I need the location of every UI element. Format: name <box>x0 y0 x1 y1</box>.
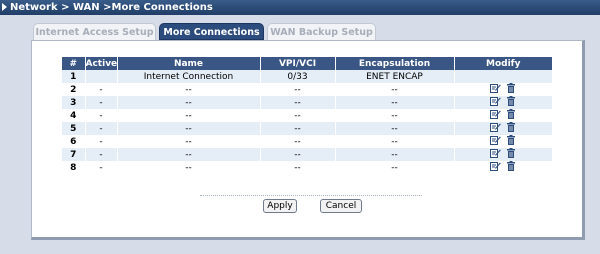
col-header-number: # <box>62 57 86 70</box>
edit-icon[interactable] <box>489 161 501 171</box>
trash-icon[interactable] <box>506 122 517 132</box>
cell-number: 6 <box>62 135 86 148</box>
edit-icon[interactable] <box>489 122 501 132</box>
cell-number: 7 <box>62 148 86 161</box>
cell-name: -- <box>117 148 261 161</box>
table-row: 2- -- -- -- <box>62 83 552 96</box>
cell-name: -- <box>117 83 261 96</box>
cell-vpivci: -- <box>260 109 336 122</box>
edit-icon[interactable] <box>489 148 501 158</box>
cell-modify <box>454 83 552 96</box>
table-row: 5- -- -- -- <box>62 122 552 135</box>
cell-vpivci: -- <box>260 122 336 135</box>
cell-encapsulation: -- <box>335 96 455 109</box>
cell-encapsulation: -- <box>335 122 455 135</box>
connections-table: # Active Name VPI/VCI Encapsulation Modi… <box>62 57 552 174</box>
cell-number: 4 <box>62 109 86 122</box>
trash-icon[interactable] <box>506 148 517 158</box>
cell-number: 8 <box>62 161 86 174</box>
trash-icon[interactable] <box>506 83 517 93</box>
cell-number: 2 <box>62 83 86 96</box>
edit-icon[interactable] <box>489 109 501 119</box>
cell-modify <box>454 135 552 148</box>
table-row: 8- -- -- -- <box>62 161 552 174</box>
cell-number: 1 <box>62 70 86 83</box>
table-row: 4- -- -- -- <box>62 109 552 122</box>
trash-icon[interactable] <box>506 96 517 106</box>
cell-name: -- <box>117 135 261 148</box>
cell-encapsulation: -- <box>335 148 455 161</box>
edit-icon[interactable] <box>489 83 501 93</box>
cell-name: -- <box>117 161 261 174</box>
cell-encapsulation: -- <box>335 109 455 122</box>
cell-encapsulation: ENET ENCAP <box>335 70 455 83</box>
col-header-vpivci: VPI/VCI <box>260 57 336 70</box>
cell-active: - <box>85 96 118 109</box>
cell-name: -- <box>117 96 261 109</box>
cell-modify <box>454 122 552 135</box>
cell-encapsulation: -- <box>335 83 455 96</box>
cell-name: -- <box>117 122 261 135</box>
cell-vpivci: -- <box>260 148 336 161</box>
cell-active: - <box>85 135 118 148</box>
cell-modify <box>454 161 552 174</box>
cell-encapsulation: -- <box>335 161 455 174</box>
cell-modify <box>454 96 552 109</box>
cell-active: - <box>85 109 118 122</box>
cell-name: Internet Connection <box>117 70 261 83</box>
edit-icon[interactable] <box>489 96 501 106</box>
tab-more-connections[interactable]: More Connections <box>159 23 264 40</box>
col-header-active: Active <box>85 57 118 70</box>
arrow-right-icon <box>2 3 7 11</box>
cell-vpivci: -- <box>260 83 336 96</box>
cell-number: 3 <box>62 96 86 109</box>
cell-active: - <box>85 148 118 161</box>
table-row: 7- -- -- -- <box>62 148 552 161</box>
cell-active: - <box>85 161 118 174</box>
trash-icon[interactable] <box>506 135 517 145</box>
cell-encapsulation: -- <box>335 135 455 148</box>
cell-vpivci: -- <box>260 161 336 174</box>
cell-vpivci: 0/33 <box>260 70 336 83</box>
edit-icon[interactable] <box>489 135 501 145</box>
tab-wan-backup-setup[interactable]: WAN Backup Setup <box>267 23 376 40</box>
trash-icon[interactable] <box>506 161 517 171</box>
table-row: 6- -- -- -- <box>62 135 552 148</box>
tab-internet-access-setup[interactable]: Internet Access Setup <box>33 23 156 40</box>
content-panel: # Active Name VPI/VCI Encapsulation Modi… <box>31 40 585 240</box>
trash-icon[interactable] <box>506 109 517 119</box>
cell-vpivci: -- <box>260 96 336 109</box>
apply-button[interactable]: Apply <box>263 199 297 213</box>
cell-modify <box>454 109 552 122</box>
cancel-button[interactable]: Cancel <box>320 199 362 213</box>
table-header-row: # Active Name VPI/VCI Encapsulation Modi… <box>62 57 552 70</box>
table-row: 1 Internet Connection 0/33 ENET ENCAP <box>62 70 552 83</box>
table-row: 3- -- -- -- <box>62 96 552 109</box>
page-title-bar: Network > WAN >More Connections <box>0 0 600 15</box>
cell-active: - <box>85 122 118 135</box>
cell-modify <box>454 70 552 83</box>
cell-name: -- <box>117 109 261 122</box>
cell-active: - <box>85 83 118 96</box>
col-header-encapsulation: Encapsulation <box>335 57 455 70</box>
cell-number: 5 <box>62 122 86 135</box>
cell-vpivci: -- <box>260 135 336 148</box>
cell-modify <box>454 148 552 161</box>
cell-active <box>85 70 118 83</box>
breadcrumb: Network > WAN >More Connections <box>10 2 213 13</box>
col-header-name: Name <box>117 57 261 70</box>
divider <box>200 195 422 196</box>
col-header-modify: Modify <box>454 57 552 70</box>
